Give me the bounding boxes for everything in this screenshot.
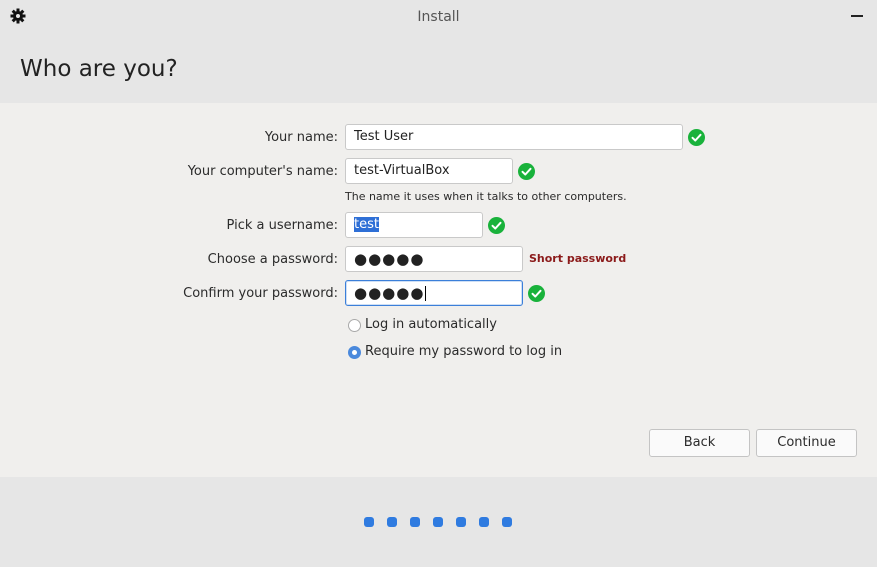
password-warning: Short password (529, 252, 627, 265)
title-bar: Install (0, 0, 877, 34)
password-label: Choose a password: (207, 252, 338, 267)
back-button[interactable]: Back (649, 429, 750, 457)
progress-step-dot (479, 517, 489, 527)
progress-indicator (0, 513, 877, 531)
page-title: Who are you? (20, 56, 178, 82)
computer-name-hint: The name it uses when it talks to other … (345, 190, 627, 203)
auto-login-label[interactable]: Log in automatically (365, 317, 497, 332)
progress-step-dot (433, 517, 443, 527)
require-password-radio[interactable] (348, 346, 361, 359)
window-title: Install (417, 9, 460, 25)
minimize-icon[interactable] (851, 15, 863, 17)
progress-step-dot (456, 517, 466, 527)
computer-name-input[interactable]: test-VirtualBox (345, 158, 513, 184)
confirm-password-label: Confirm your password: (183, 286, 338, 301)
require-password-label[interactable]: Require my password to log in (365, 344, 562, 359)
auto-login-radio[interactable] (348, 319, 361, 332)
checkmark-icon (528, 285, 545, 302)
progress-step-dot (364, 517, 374, 527)
name-label: Your name: (264, 130, 338, 145)
progress-step-dot (387, 517, 397, 527)
progress-step-dot (502, 517, 512, 527)
confirm-password-value: ●●●●● (354, 284, 425, 302)
text-caret (425, 286, 427, 301)
progress-step-dot (410, 517, 420, 527)
checkmark-icon (688, 129, 705, 146)
password-input[interactable]: ●●●●● (345, 246, 523, 272)
name-input[interactable]: Test User (345, 124, 683, 150)
username-input[interactable]: test (345, 212, 483, 238)
username-value: test (354, 217, 379, 232)
username-label: Pick a username: (226, 218, 338, 233)
checkmark-icon (488, 217, 505, 234)
confirm-password-input[interactable]: ●●●●● (345, 280, 523, 306)
continue-button[interactable]: Continue (756, 429, 857, 457)
checkmark-icon (518, 163, 535, 180)
computer-name-label: Your computer's name: (187, 164, 338, 179)
